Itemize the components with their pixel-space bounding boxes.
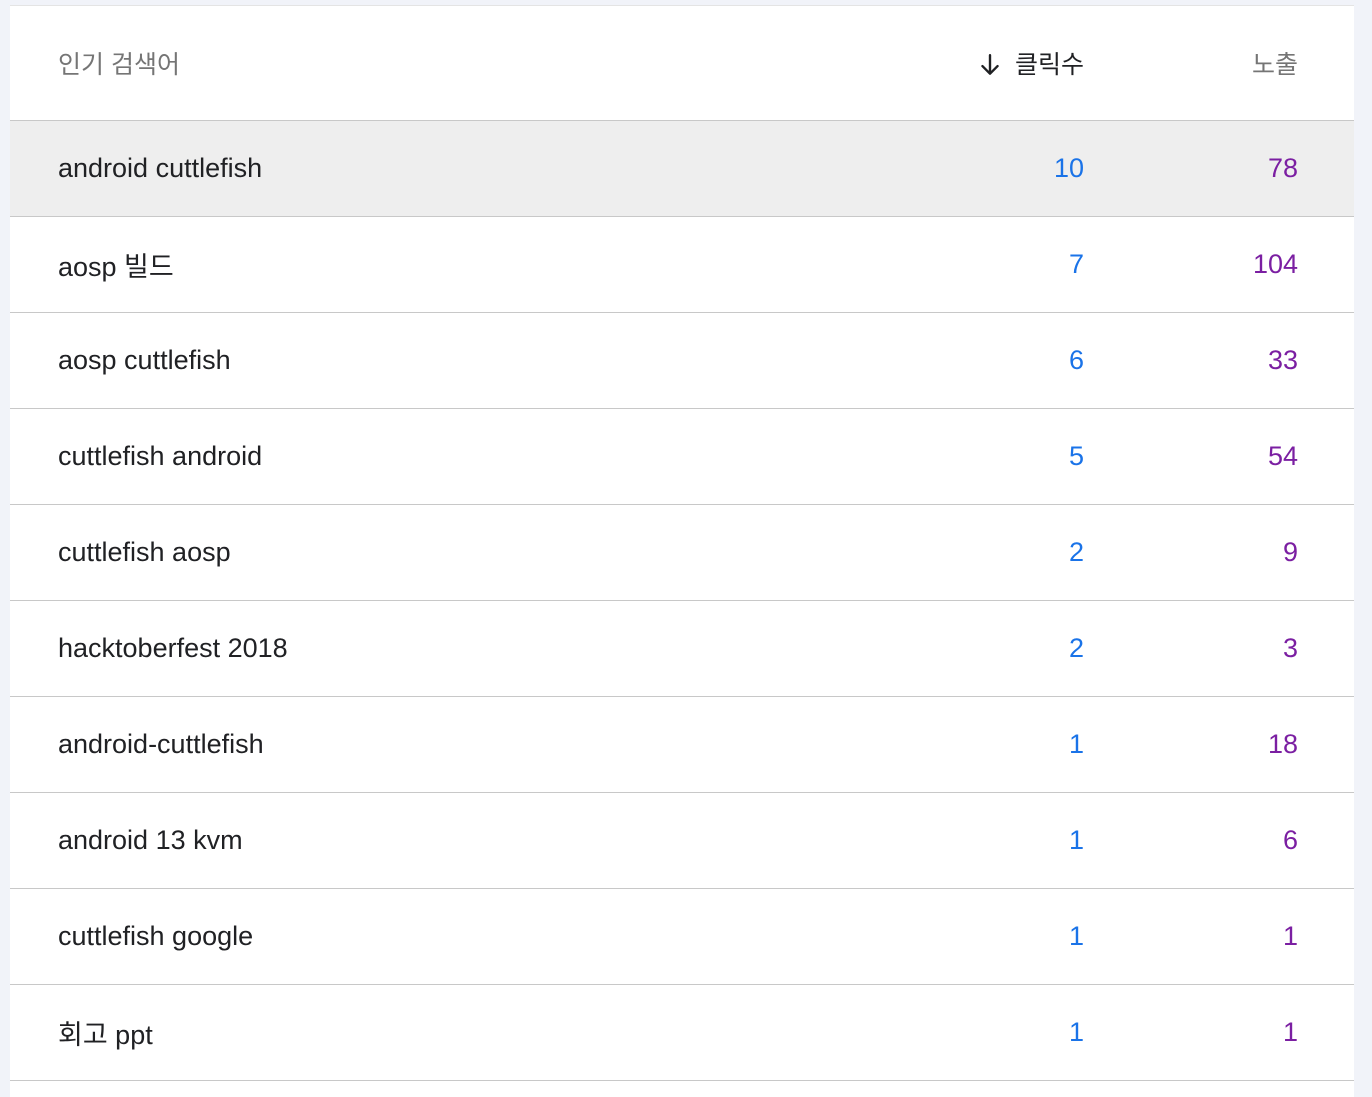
clicks-cell: 2 — [1068, 633, 1084, 663]
impressions-column-header[interactable]: 노출 — [1252, 6, 1298, 124]
query-cell: cuttlefish google — [58, 921, 254, 951]
impressions-cell: 9 — [1282, 537, 1298, 567]
impressions-cell: 33 — [1267, 345, 1298, 375]
query-column-header[interactable]: 인기 검색어 — [58, 6, 180, 124]
query-cell: cuttlefish android — [58, 441, 263, 471]
clicks-cell: 6 — [1068, 345, 1084, 375]
query-cell: aosp cuttlefish — [58, 345, 231, 375]
impressions-cell: 18 — [1267, 729, 1298, 759]
impressions-cell: 3 — [1282, 633, 1298, 663]
table-row[interactable]: cuttlefish aosp 2 9 — [10, 505, 1354, 601]
table-row[interactable]: hacktoberfest 2018 2 3 — [10, 601, 1354, 697]
clicks-cell: 5 — [1068, 441, 1084, 471]
arrow-down-icon — [981, 54, 999, 75]
clicks-cell: 10 — [1053, 153, 1084, 183]
query-cell: hacktoberfest 2018 — [58, 633, 288, 663]
table-row[interactable]: 회고 ppt 1 1 — [10, 985, 1354, 1081]
table-row[interactable]: android 13 kvm 1 6 — [10, 793, 1354, 889]
table-row[interactable]: android cuttlefish 10 78 — [10, 121, 1354, 217]
query-cell: android-cuttlefish — [58, 729, 264, 759]
clicks-cell: 1 — [1068, 729, 1084, 759]
clicks-cell: 1 — [1068, 1017, 1084, 1047]
table-header: 인기 검색어 클릭수 노출 — [10, 6, 1354, 121]
query-cell: aosp 빌드 — [58, 252, 174, 282]
impressions-cell: 1 — [1282, 1017, 1298, 1047]
clicks-cell: 1 — [1068, 825, 1084, 855]
clicks-cell: 2 — [1068, 537, 1084, 567]
impressions-cell: 54 — [1267, 441, 1298, 471]
clicks-column-label: 클릭수 — [1014, 51, 1084, 79]
table-row[interactable]: cuttlefish google 1 1 — [10, 889, 1354, 985]
table-row[interactable]: cuttlefish android 5 54 — [10, 409, 1354, 505]
clicks-cell: 1 — [1068, 921, 1084, 951]
table-row[interactable]: aosp cuttlefish 6 33 — [10, 313, 1354, 409]
impressions-cell: 1 — [1282, 921, 1298, 951]
table-row[interactable]: android-cuttlefish 1 18 — [10, 697, 1354, 793]
impressions-cell: 104 — [1252, 249, 1298, 279]
clicks-cell: 7 — [1068, 249, 1084, 279]
impressions-cell: 78 — [1267, 153, 1298, 183]
query-cell: android 13 kvm — [58, 825, 243, 855]
impressions-cell: 6 — [1282, 825, 1298, 855]
top-queries-table: 인기 검색어 클릭수 노출 android cuttlefish 10 78 a… — [10, 5, 1354, 1097]
table-row[interactable]: aosp 빌드 7 104 — [10, 217, 1354, 313]
query-cell: cuttlefish aosp — [58, 537, 231, 567]
query-cell: 회고 ppt — [58, 1020, 153, 1050]
query-cell: android cuttlefish — [58, 153, 263, 183]
clicks-column-header[interactable]: 클릭수 — [977, 6, 1084, 124]
